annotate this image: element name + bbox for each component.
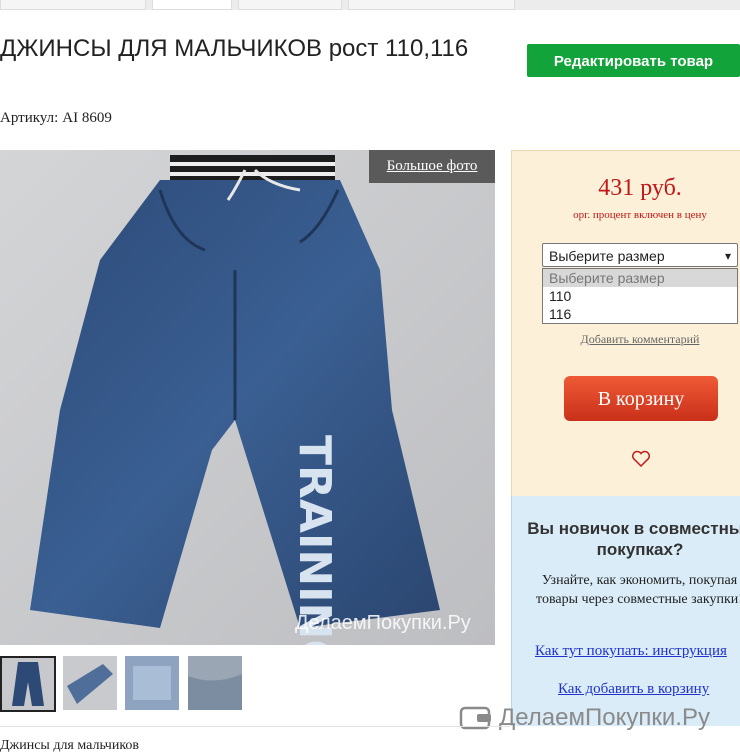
- wallet-icon: [459, 706, 491, 730]
- sku-value: AI 8609: [62, 110, 112, 126]
- brand-watermark: ДелаемПокупки.Ру: [459, 702, 710, 734]
- size-select[interactable]: Выберите размер ▾: [542, 243, 738, 267]
- size-select-value: Выберите размер: [549, 248, 665, 264]
- price: 431 руб.: [598, 175, 682, 201]
- info-text: Узнайте, как экономить, покупая товары ч…: [536, 573, 740, 607]
- heart-icon[interactable]: [631, 450, 651, 468]
- add-to-cart-help-link[interactable]: Как добавить в корзину: [558, 681, 709, 698]
- thumbnail-image: [125, 656, 179, 710]
- size-option[interactable]: 116: [543, 305, 737, 323]
- product-photo[interactable]: TRAINING: [0, 150, 495, 645]
- product-title: ДЖИНСЫ ДЛЯ МАЛЬЧИКОВ рост 110,116: [0, 35, 469, 62]
- thumbnail-image: [63, 656, 117, 710]
- brand-name: ДелаемПокупки.Ру: [499, 704, 710, 731]
- tab-active[interactable]: [152, 0, 232, 10]
- size-options-list: Выберите размер 110 116: [542, 268, 738, 324]
- thumbnail-3[interactable]: [125, 656, 179, 710]
- big-photo-link[interactable]: Большое фото: [369, 150, 495, 183]
- thumbnail-1[interactable]: [0, 656, 56, 712]
- price-note: орг. процент включен в цену: [573, 209, 707, 221]
- add-comment-link[interactable]: Добавить комментарий: [511, 332, 740, 347]
- sku-line: Артикул: AI 8609: [0, 110, 116, 127]
- thumbnail-2[interactable]: [63, 656, 117, 710]
- add-to-cart-button[interactable]: В корзину: [564, 376, 718, 421]
- thumbnail-image: [2, 658, 54, 710]
- jeans-image: TRAINING: [0, 150, 495, 645]
- product-description: Джинсы для мальчиков: [0, 738, 140, 753]
- divider: [0, 726, 510, 727]
- tab[interactable]: [238, 0, 342, 10]
- howto-link[interactable]: Как тут покупать: инструкция: [535, 643, 727, 660]
- thumbnail-image: [188, 656, 242, 710]
- sku-label: Артикул:: [0, 110, 59, 126]
- tab[interactable]: [0, 0, 146, 10]
- info-title: Вы новичок в совместных покупках?: [527, 519, 740, 559]
- tab[interactable]: [348, 0, 515, 10]
- size-option[interactable]: Выберите размер: [543, 269, 737, 287]
- chevron-down-icon: ▾: [724, 249, 731, 263]
- edit-product-button[interactable]: Редактировать товар: [527, 44, 740, 77]
- top-tabs-bar: [0, 0, 740, 10]
- photo-watermark: ДелаемПокупки.Ру: [295, 612, 471, 634]
- thumbnail-4[interactable]: [188, 656, 242, 710]
- size-option[interactable]: 110: [543, 287, 737, 305]
